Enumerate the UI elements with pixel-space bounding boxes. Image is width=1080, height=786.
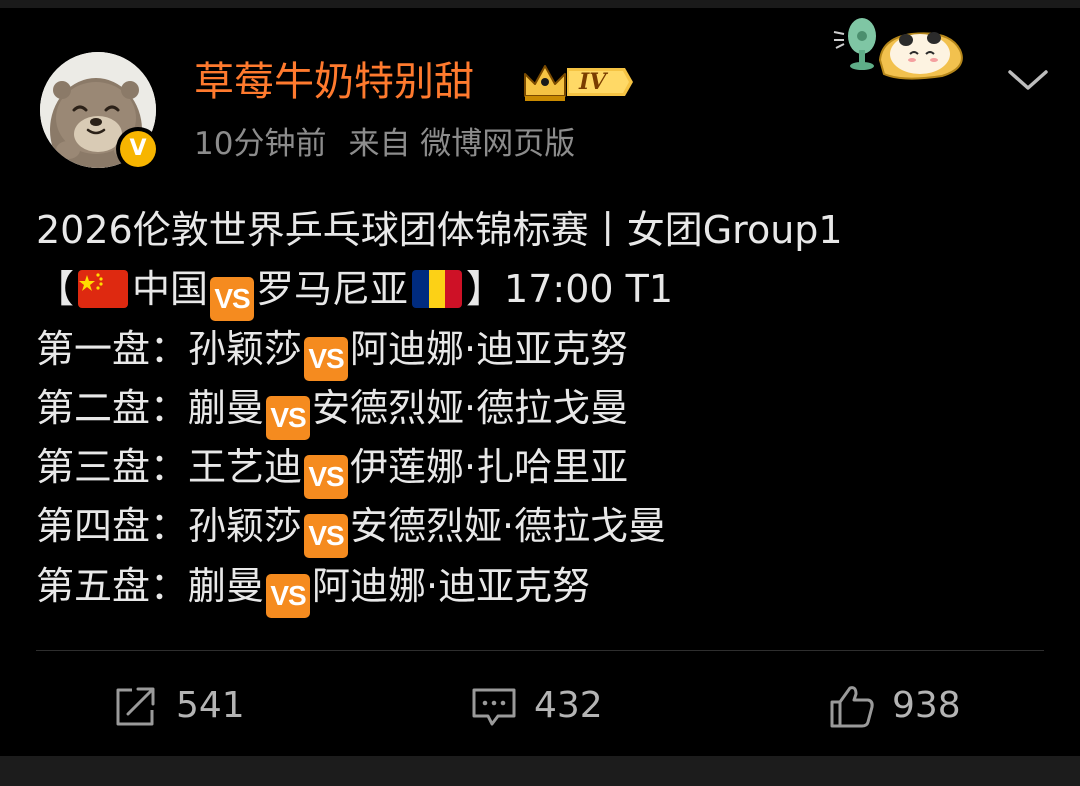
match-line: 第五盘：蒯曼 VS 阿迪娜·迪亚克努 bbox=[36, 557, 1046, 618]
match-label: 第一盘： bbox=[36, 326, 189, 371]
vs-badge: VS bbox=[304, 514, 349, 559]
vs-badge: VS bbox=[304, 336, 349, 381]
match-line: 第三盘：王艺迪 VS 伊莲娜·扎哈里亚 bbox=[36, 438, 1046, 500]
crown-icon bbox=[524, 65, 633, 101]
player-a: 蒯曼 bbox=[188, 563, 265, 608]
vs-badge: VS bbox=[210, 277, 255, 322]
player-a: 蒯曼 bbox=[188, 385, 265, 430]
match-label: 第三盘： bbox=[36, 445, 189, 490]
verified-badge-icon: V bbox=[116, 127, 160, 171]
player-b: 阿迪娜·迪亚克努 bbox=[312, 563, 591, 608]
bracket-close-time: 】17:00 T1 bbox=[466, 267, 674, 312]
match-label: 第二盘： bbox=[36, 385, 189, 430]
verified-badge-mark: V bbox=[120, 131, 156, 167]
comment-icon bbox=[472, 688, 516, 726]
post-meta: 10分钟前 来自 微博网页版 bbox=[194, 122, 575, 166]
comment-button[interactable]: 432 bbox=[470, 680, 603, 732]
post-body: 2026伦敦世界乒乓球团体锦标赛丨女团Group1 【中国 VS 罗马尼亚 】17:0… bbox=[36, 201, 1046, 618]
like-button[interactable]: 938 bbox=[828, 680, 961, 732]
player-b: 伊莲娜·扎哈里亚 bbox=[350, 445, 629, 490]
chevron-down-icon[interactable] bbox=[1004, 64, 1052, 96]
player-b: 安德烈娅·德拉戈曼 bbox=[350, 504, 667, 549]
player-a: 孙颖莎 bbox=[188, 326, 303, 371]
player-a: 孙颖莎 bbox=[188, 504, 303, 549]
level-crown-badge-icon[interactable]: IV bbox=[521, 60, 633, 104]
china-flag-icon bbox=[78, 270, 129, 309]
thumbs-up-icon bbox=[830, 686, 874, 728]
player-b: 阿迪娜·迪亚克努 bbox=[350, 326, 629, 371]
comment-count: 432 bbox=[534, 685, 603, 726]
match-line: 第四盘：孙颖莎 VS 安德烈娅·德拉戈曼 bbox=[36, 497, 1046, 559]
top-strip bbox=[0, 0, 1080, 8]
post-source[interactable]: 来自 微博网页版 bbox=[348, 126, 575, 162]
player-a: 王艺迪 bbox=[188, 445, 303, 490]
sleeping-panda-sticker-icon bbox=[872, 20, 968, 86]
action-divider bbox=[36, 650, 1044, 651]
share-icon bbox=[116, 687, 155, 726]
weibo-post-screen: V 草莓牛奶特别甜 IV 10分钟前 来自 微博网页版 2026伦敦世界乒乓球团… bbox=[0, 0, 1080, 786]
vs-badge: VS bbox=[266, 573, 311, 618]
match-line: 第二盘：蒯曼 VS 安德烈娅·德拉戈曼 bbox=[36, 379, 1046, 440]
vs-badge: VS bbox=[304, 455, 349, 500]
level-text: IV bbox=[579, 69, 607, 95]
match-line: 第一盘：孙颖莎 VS 阿迪娜·迪亚克努 bbox=[36, 320, 1046, 381]
repost-count: 541 bbox=[176, 685, 245, 726]
match-header-line: 【 中国 VS 罗马尼亚 】17:00 T1 bbox=[36, 260, 1046, 322]
match-label: 第五盘： bbox=[36, 563, 189, 608]
team-b-name: 罗马尼亚 bbox=[256, 267, 409, 312]
romania-flag-icon bbox=[412, 270, 463, 309]
post-title-line: 2026伦敦世界乒乓球团体锦标赛丨女团Group1 bbox=[36, 208, 843, 252]
bottom-strip bbox=[0, 756, 1080, 786]
post-time: 10分钟前 bbox=[194, 126, 327, 162]
team-a-name: 中国 bbox=[132, 267, 209, 312]
bracket-open: 【 bbox=[36, 267, 75, 312]
player-b: 安德烈娅·德拉戈曼 bbox=[312, 385, 629, 430]
like-count: 938 bbox=[892, 685, 961, 726]
repost-button[interactable]: 541 bbox=[112, 680, 245, 732]
author-name[interactable]: 草莓牛奶特别甜 bbox=[194, 56, 474, 108]
vs-badge: VS bbox=[266, 395, 311, 440]
match-label: 第四盘： bbox=[36, 504, 189, 549]
